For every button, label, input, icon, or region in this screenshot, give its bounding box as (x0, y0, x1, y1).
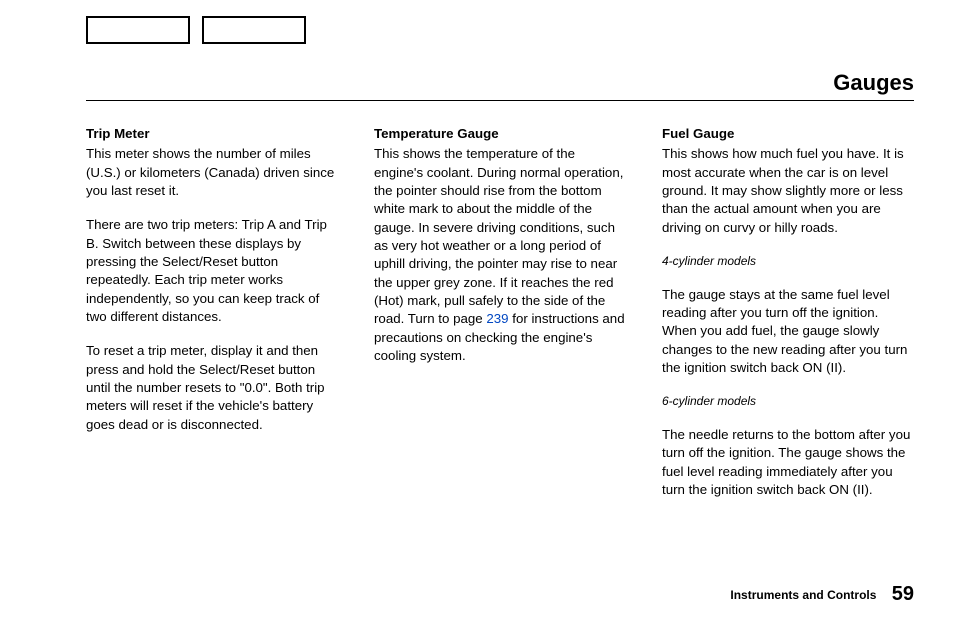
body-text: This shows the temperature of the engine… (374, 145, 626, 365)
placeholder-box-1 (86, 16, 190, 44)
column-temperature-gauge: Temperature Gauge This shows the tempera… (374, 125, 626, 515)
page-title: Gauges (833, 70, 914, 95)
heading-temperature-gauge: Temperature Gauge (374, 125, 626, 143)
body-text: The needle returns to the bottom after y… (662, 426, 914, 499)
body-text: There are two trip meters: Trip A and Tr… (86, 216, 338, 326)
body-text: The gauge stays at the same fuel level r… (662, 286, 914, 378)
page: Gauges Trip Meter This meter shows the n… (0, 0, 954, 630)
footer: Instruments and Controls 59 (730, 583, 914, 606)
placeholder-box-2 (202, 16, 306, 44)
body-text-span: This shows the temperature of the engine… (374, 146, 623, 326)
top-boxes (86, 16, 914, 44)
body-text: This meter shows the number of miles (U.… (86, 145, 338, 200)
footer-section: Instruments and Controls (730, 588, 876, 602)
body-text: To reset a trip meter, display it and th… (86, 342, 338, 434)
footer-page-number: 59 (892, 583, 914, 605)
subhead-4cyl: 4-cylinder models (662, 253, 914, 270)
heading-trip-meter: Trip Meter (86, 125, 338, 143)
columns: Trip Meter This meter shows the number o… (86, 125, 914, 515)
heading-fuel-gauge: Fuel Gauge (662, 125, 914, 143)
column-fuel-gauge: Fuel Gauge This shows how much fuel you … (662, 125, 914, 515)
column-trip-meter: Trip Meter This meter shows the number o… (86, 125, 338, 515)
body-text: This shows how much fuel you have. It is… (662, 145, 914, 237)
page-link-239[interactable]: 239 (486, 311, 508, 326)
subhead-6cyl: 6-cylinder models (662, 393, 914, 410)
title-row: Gauges (86, 70, 914, 101)
